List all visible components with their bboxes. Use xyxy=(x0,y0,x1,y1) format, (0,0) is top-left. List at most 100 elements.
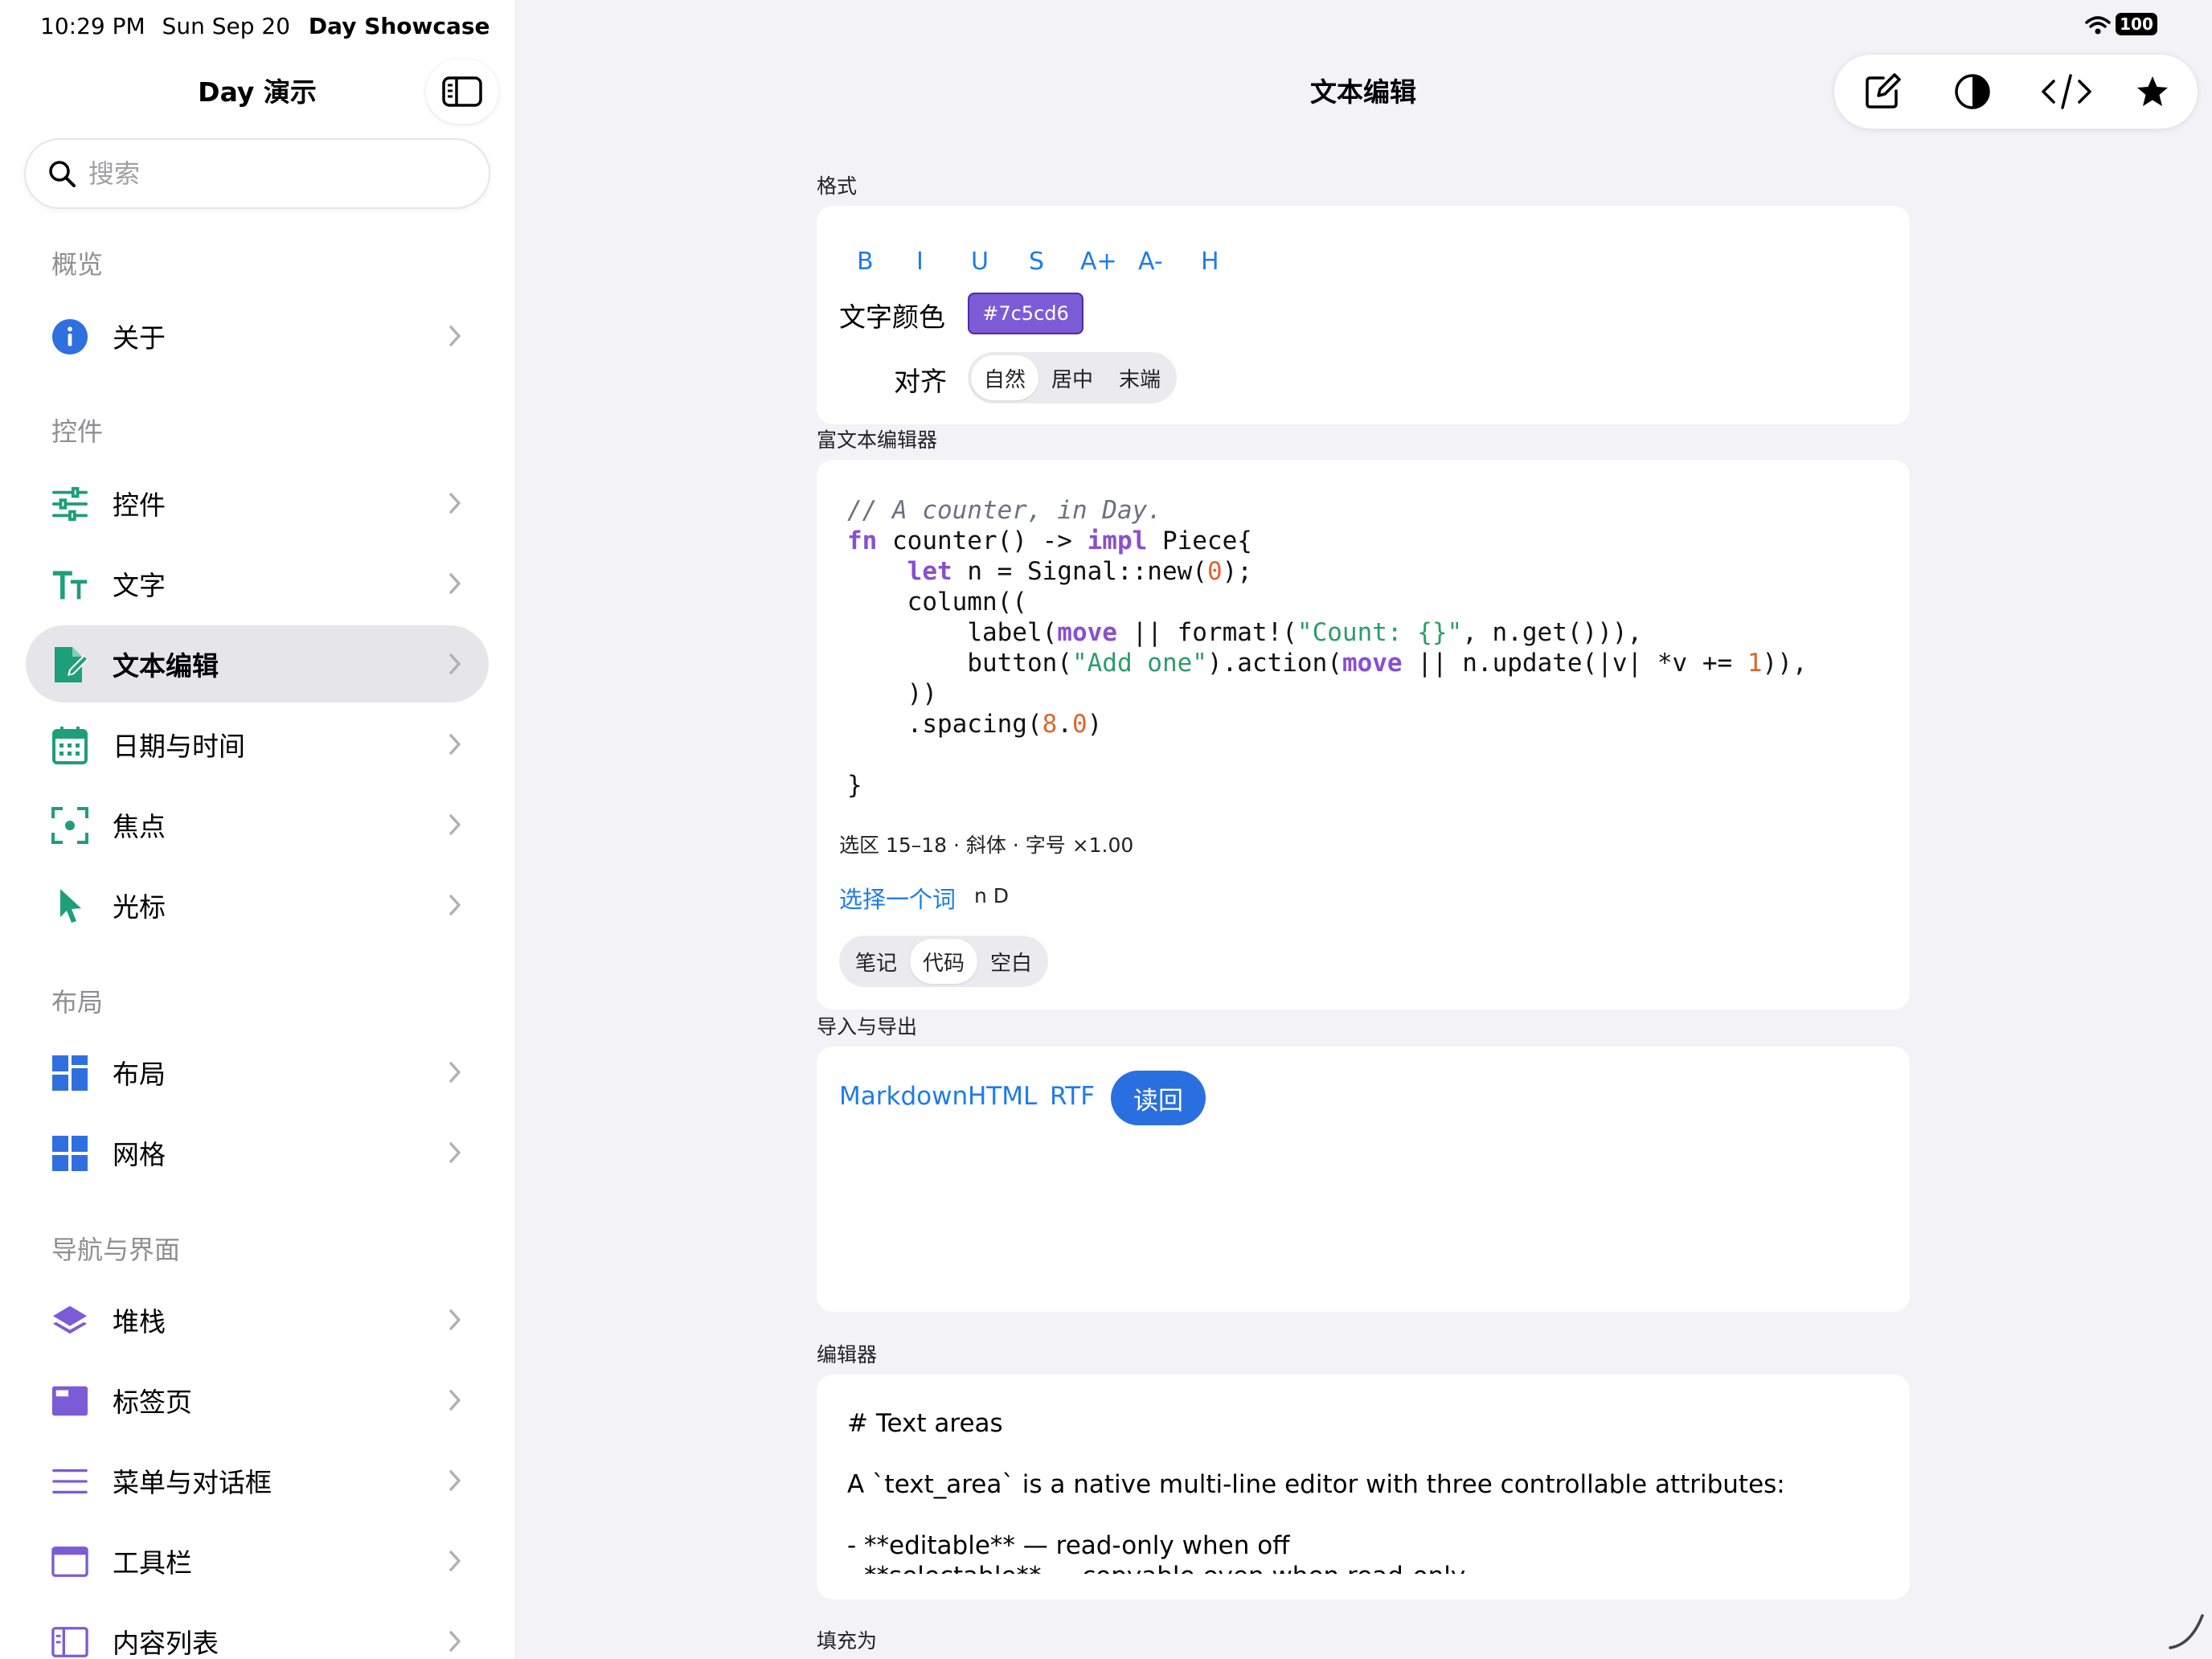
sidebar-item-label: 标签页 xyxy=(113,1387,192,1418)
sidebar-item-focus[interactable]: 焦点 xyxy=(26,786,489,863)
mode-code-segment[interactable]: 代码 xyxy=(910,939,978,984)
sidebar-item-label: 布局 xyxy=(113,1059,166,1090)
status-app-name: Day Showcase xyxy=(308,13,490,39)
read-back-button[interactable]: 读回 xyxy=(1111,1071,1206,1125)
align-center-segment[interactable]: 居中 xyxy=(1038,355,1106,400)
sidebar-item-tabs[interactable]: 标签页 xyxy=(26,1362,489,1439)
text-color-label: 文字颜色 xyxy=(839,301,945,333)
alignment-label: 对齐 xyxy=(894,366,947,397)
appearance-button[interactable] xyxy=(1952,71,1993,113)
sliders-icon xyxy=(51,485,88,522)
sidebar-item-label: 关于 xyxy=(113,322,166,354)
sidebar-item-menus-dialogs[interactable]: 菜单与对话框 xyxy=(26,1442,489,1519)
code-number: 8 xyxy=(1042,710,1058,739)
code-string: "Add one" xyxy=(1071,649,1207,678)
sidebar-item-label: 内容列表 xyxy=(113,1628,219,1659)
search-icon xyxy=(49,161,76,187)
focus-icon xyxy=(51,807,88,844)
sidebar-item-content-list[interactable]: 内容列表 xyxy=(26,1603,489,1659)
text-area-line: - **editable** — read-only when off xyxy=(847,1531,1290,1560)
code-text: ); xyxy=(1222,557,1252,586)
alignment-segmented-control: 自然 居中 末端 xyxy=(968,352,1178,403)
sidebar-item-label: 焦点 xyxy=(113,811,166,842)
text-area-line: - **selectable** — copyable even when re… xyxy=(847,1562,1465,1574)
export-html-link[interactable]: HTML xyxy=(968,1082,1037,1111)
bold-button[interactable]: B xyxy=(857,248,874,276)
export-rtf-link[interactable]: RTF xyxy=(1050,1082,1095,1111)
sidebar-item-text-editing[interactable]: 文本编辑 xyxy=(26,625,489,703)
chevron-right-icon xyxy=(449,814,461,835)
wifi-icon xyxy=(2085,16,2111,35)
mode-blank-segment[interactable]: 空白 xyxy=(977,939,1045,984)
code-keyword: move xyxy=(1342,649,1403,678)
sidebar-item-toolbar[interactable]: 工具栏 xyxy=(26,1522,489,1600)
sidebar-item-about[interactable]: 关于 xyxy=(26,297,489,375)
selection-info: 选区 15–18 · 斜体 · 字号 ×1.00 xyxy=(839,834,1134,857)
code-text: ).action( xyxy=(1206,649,1342,678)
sidebar-item-label: 文字 xyxy=(113,570,166,601)
editor-card: # Text areas A `text_area` is a native m… xyxy=(817,1374,1910,1600)
text-area-line: # Text areas xyxy=(847,1409,1003,1438)
compose-button[interactable] xyxy=(1862,71,1903,113)
code-string: "Count: {}" xyxy=(1296,618,1463,647)
sidebar-item-stack[interactable]: 堆栈 xyxy=(26,1281,489,1358)
chevron-right-icon xyxy=(449,1142,461,1163)
calendar-icon xyxy=(51,727,88,764)
battery-indicator: 100 xyxy=(2116,13,2157,35)
strikethrough-button[interactable]: S xyxy=(1029,248,1044,276)
view-source-button[interactable] xyxy=(2038,71,2095,113)
sidebar-item-layout[interactable]: 布局 xyxy=(26,1034,489,1111)
text-area[interactable]: # Text areas A `text_area` is a native m… xyxy=(817,1374,1910,1574)
highlight-button[interactable]: H xyxy=(1201,248,1219,276)
section-header-navigation: 导航与界面 xyxy=(51,1235,181,1265)
status-time: 10:29 PM xyxy=(40,13,145,39)
chevron-right-icon xyxy=(449,653,461,674)
format-card: B I U S A+ A- H 文字颜色 #7c5cd6 对齐 自然 居中 末端 xyxy=(817,206,1910,424)
sidebar-toggle-button[interactable] xyxy=(426,59,498,124)
chevron-right-icon xyxy=(449,734,461,755)
selected-word-value: n D xyxy=(974,884,1010,907)
code-text: ) xyxy=(1087,710,1103,739)
favorite-button[interactable] xyxy=(2132,71,2173,113)
import-export-card: Markdown HTML RTF 读回 xyxy=(817,1047,1910,1312)
underline-button[interactable]: U xyxy=(971,248,989,276)
mode-notes-segment[interactable]: 笔记 xyxy=(842,939,910,984)
sidebar-item-cursor[interactable]: 光标 xyxy=(26,866,489,944)
code-keyword: impl xyxy=(1087,526,1148,555)
code-number: 0 xyxy=(1206,557,1223,586)
resize-handle-icon[interactable] xyxy=(2167,1612,2206,1651)
text-color-swatch[interactable]: #7c5cd6 xyxy=(968,293,1083,334)
sidebar-item-controls[interactable]: 控件 xyxy=(26,465,489,542)
fill-section-label: 填充为 xyxy=(817,1629,878,1653)
code-keyword: let xyxy=(907,557,952,586)
section-header-layout: 布局 xyxy=(51,987,104,1018)
rich-text-editor[interactable]: // A counter, in Day. fn counter() -> im… xyxy=(847,495,1808,801)
code-text: . xyxy=(1057,710,1072,739)
align-natural-segment[interactable]: 自然 xyxy=(971,355,1039,400)
section-header-overview: 概览 xyxy=(51,249,104,280)
italic-button[interactable]: I xyxy=(916,248,924,276)
align-end-segment[interactable]: 末端 xyxy=(1106,355,1174,400)
toolbar-icon xyxy=(51,1543,88,1580)
select-word-link[interactable]: 选择一个词 xyxy=(839,881,956,915)
sidebar-item-label: 光标 xyxy=(113,891,166,923)
toolbar xyxy=(1834,55,2198,129)
decrease-font-button[interactable]: A- xyxy=(1138,248,1163,276)
increase-font-button[interactable]: A+ xyxy=(1080,248,1117,276)
code-text: } xyxy=(847,771,862,800)
text-area-line: A `text_area` is a native multi-line edi… xyxy=(847,1470,1785,1499)
export-markdown-link[interactable]: Markdown xyxy=(839,1082,968,1111)
sidebar: 10:29 PM Sun Sep 20 Day Showcase Day 演示 … xyxy=(0,0,514,1659)
import-export-section-label: 导入与导出 xyxy=(817,1015,918,1038)
stack-icon xyxy=(51,1302,88,1339)
status-bar: 10:29 PM Sun Sep 20 Day Showcase xyxy=(40,13,490,39)
sidebar-item-grid[interactable]: 网格 xyxy=(26,1114,489,1191)
code-text: )) xyxy=(907,679,937,708)
sidebar-item-date-time[interactable]: 日期与时间 xyxy=(26,706,489,783)
code-text: label( xyxy=(967,618,1058,647)
code-number: 1 xyxy=(1747,649,1763,678)
search-input[interactable] xyxy=(88,158,458,189)
tabs-icon xyxy=(51,1382,88,1419)
sidebar-item-text[interactable]: 文字 xyxy=(26,545,489,622)
search-field[interactable] xyxy=(24,138,490,209)
